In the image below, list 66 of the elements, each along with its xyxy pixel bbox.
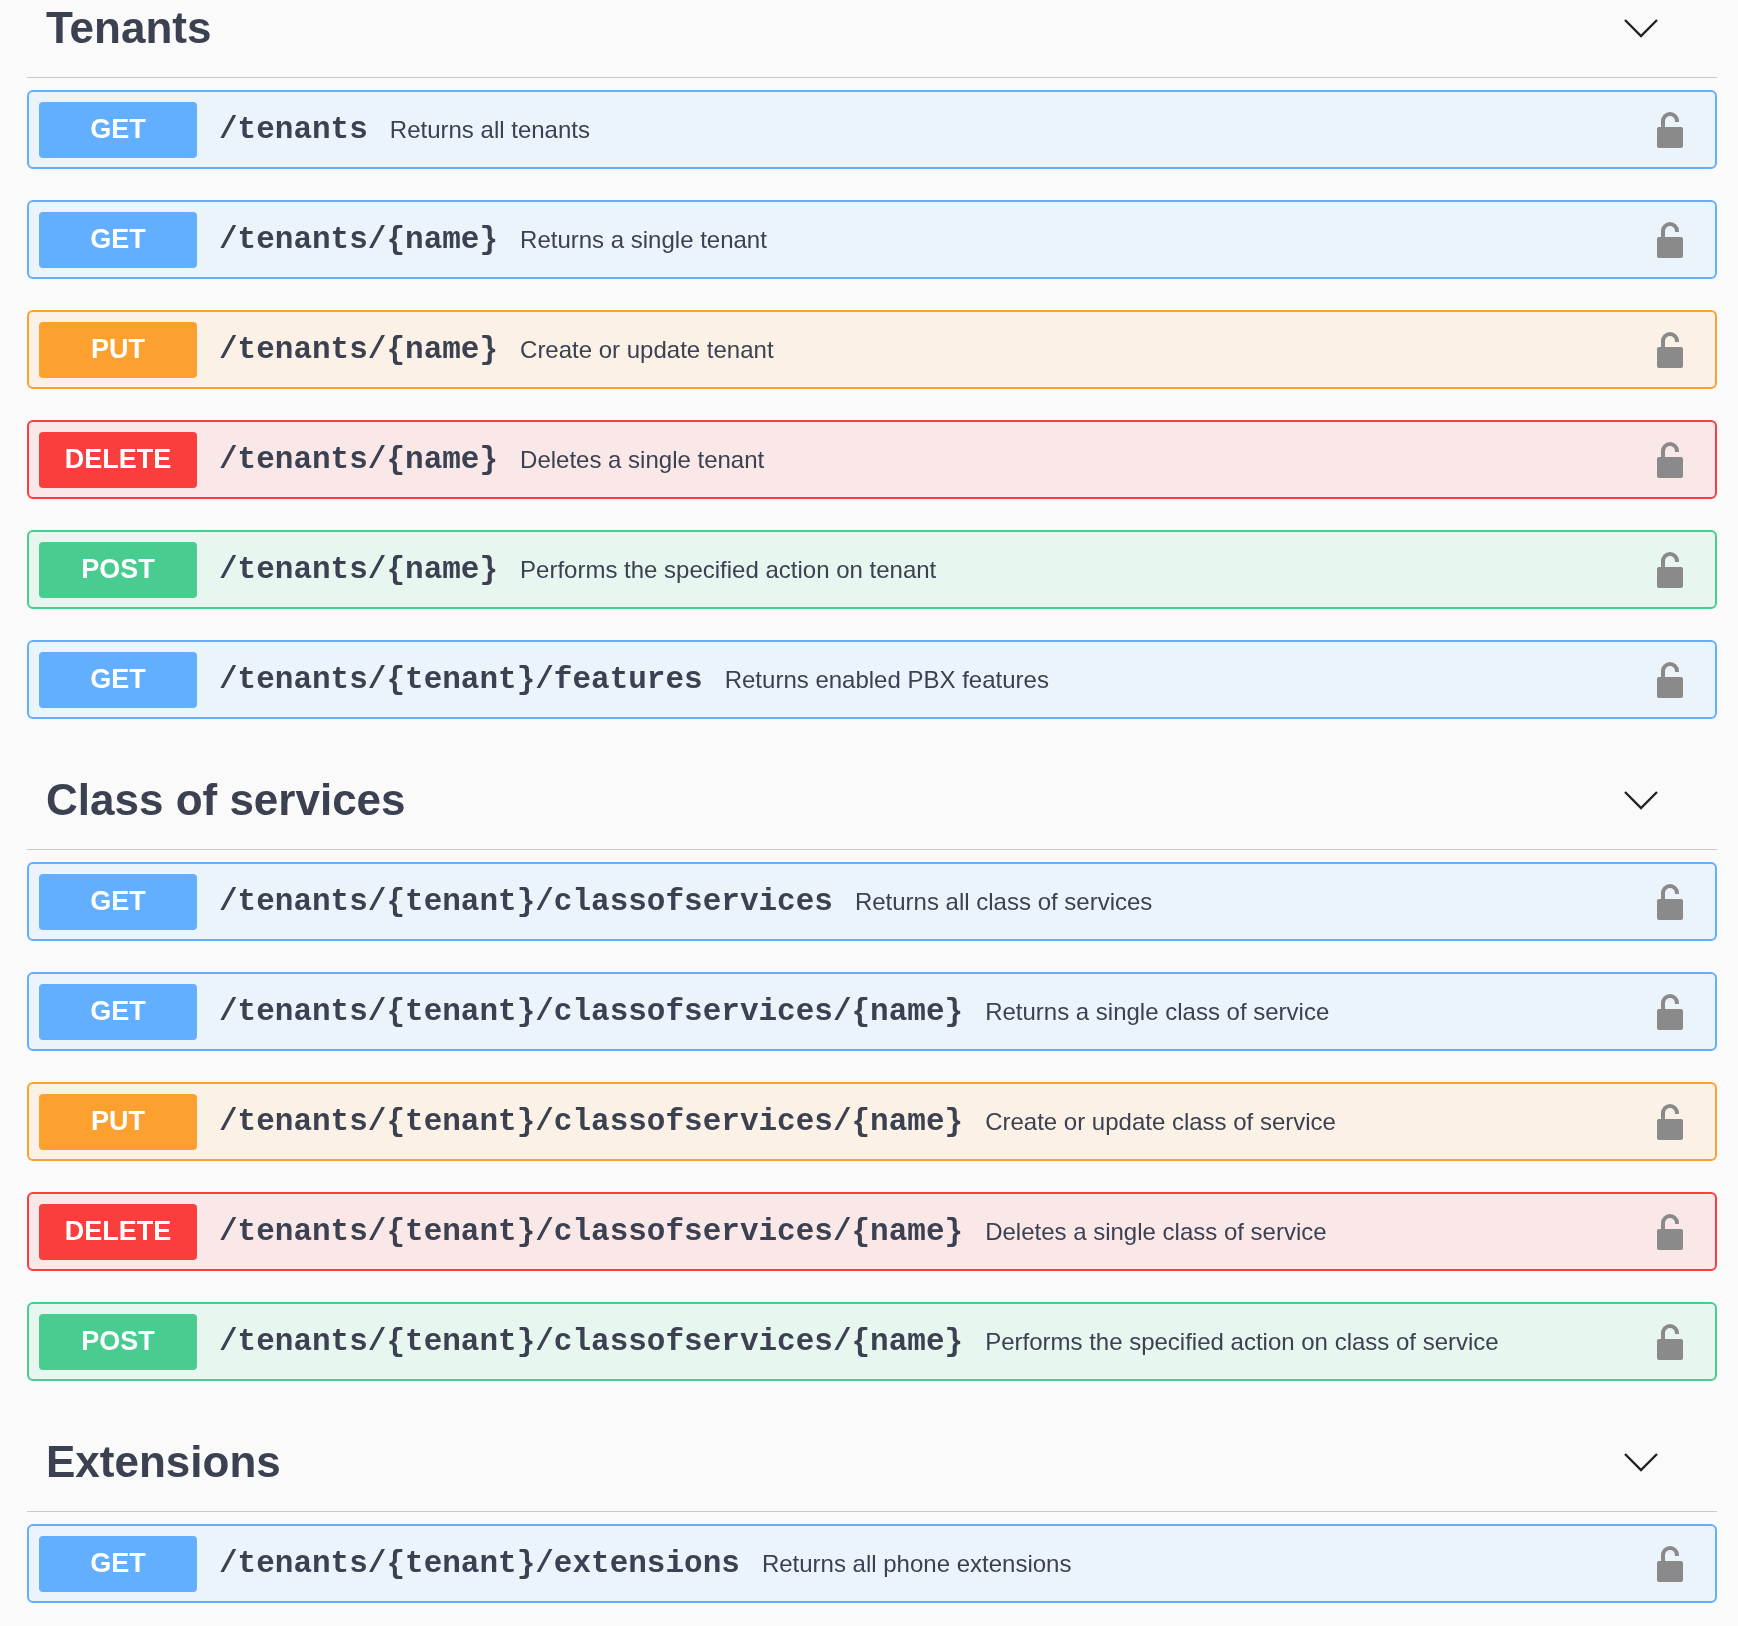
padlock-icon[interactable]	[1656, 1323, 1684, 1360]
endpoint-summary: Deletes a single tenant	[520, 445, 766, 474]
section-title: Tenants	[46, 2, 213, 53]
endpoint-path: /tenants/{tenant}/features	[219, 662, 703, 697]
chevron-icon[interactable]	[1623, 1451, 1659, 1472]
padlock-icon[interactable]	[1656, 1103, 1684, 1140]
operation-row[interactable]: DELETE /tenants/{name} Deletes a single tenant	[27, 420, 1717, 499]
padlock-icon[interactable]	[1656, 221, 1684, 258]
endpoint-path: /tenants/{tenant}/classofservices/{name}	[219, 994, 964, 1029]
endpoint-path: /tenants/{tenant}/classofservices/{name}	[219, 1324, 964, 1359]
method-badge: DELETE	[39, 1203, 197, 1260]
padlock-icon[interactable]	[1656, 661, 1684, 698]
endpoint-summary: Returns enabled PBX features	[724, 665, 1050, 694]
method-badge: GET	[39, 1535, 197, 1592]
endpoint-summary: Deletes a single class of service	[985, 1217, 1328, 1246]
endpoint-summary: Returns a single class of service	[985, 997, 1331, 1026]
operation-row[interactable]: GET /tenants/{tenant}/extensions Returns all phone extensions	[27, 1524, 1717, 1603]
endpoint-summary: Create or update tenant	[520, 335, 775, 364]
endpoint-summary: Create or update class of service	[985, 1107, 1337, 1136]
endpoint-summary: Returns a single tenant	[520, 225, 768, 254]
operation-row[interactable]: PUT /tenants/{name} Create or update tenant	[27, 310, 1717, 389]
operation-row[interactable]: DELETE /tenants/{tenant}/classofservices/{name} Deletes a single class of service	[27, 1192, 1717, 1271]
padlock-icon[interactable]	[1656, 111, 1684, 148]
method-badge: PUT	[39, 321, 197, 378]
operation-row[interactable]: POST /tenants/{name} Performs the specified action on tenant	[27, 530, 1717, 609]
operation-row[interactable]: GET /tenants/{tenant}/classofservices Returns all class of services	[27, 862, 1717, 941]
padlock-icon[interactable]	[1656, 551, 1684, 588]
operation-row[interactable]: PUT /tenants/{tenant}/classofservices/{name} Create or update class of service	[27, 1082, 1717, 1161]
method-badge: DELETE	[39, 431, 197, 488]
chevron-icon[interactable]	[1623, 789, 1659, 810]
endpoint-path: /tenants/{tenant}/classofservices	[219, 884, 833, 919]
endpoint-summary: Returns all tenants	[389, 115, 591, 144]
endpoint-summary: Returns all class of services	[854, 887, 1154, 916]
endpoint-summary: Performs the specified action on class of service	[985, 1327, 1500, 1356]
padlock-icon[interactable]	[1656, 1545, 1684, 1582]
operation-row[interactable]: POST /tenants/{tenant}/classofservices/{name} Performs the specified action on class of service	[27, 1302, 1717, 1381]
method-badge: GET	[39, 873, 197, 930]
endpoint-path: /tenants/{name}	[219, 552, 499, 587]
endpoint-path: /tenants/{tenant}/extensions	[219, 1546, 740, 1581]
method-badge: POST	[39, 1313, 197, 1370]
endpoint-path: /tenants/{name}	[219, 332, 499, 367]
method-badge: PUT	[39, 1093, 197, 1150]
padlock-icon[interactable]	[1656, 331, 1684, 368]
section-title: Extensions	[46, 1436, 282, 1487]
padlock-icon[interactable]	[1656, 441, 1684, 478]
method-badge: POST	[39, 541, 197, 598]
operation-row[interactable]: GET /tenants/{tenant}/features Returns enabled PBX features	[27, 640, 1717, 719]
padlock-icon[interactable]	[1656, 1213, 1684, 1250]
endpoint-summary: Performs the specified action on tenant	[520, 555, 938, 584]
endpoint-path: /tenants/{name}	[219, 222, 499, 257]
padlock-icon[interactable]	[1656, 993, 1684, 1030]
method-badge: GET	[39, 211, 197, 268]
method-badge: GET	[39, 101, 197, 158]
method-badge: GET	[39, 983, 197, 1040]
section-title: Class of services	[46, 774, 407, 825]
endpoint-path: /tenants/{tenant}/classofservices/{name}	[219, 1214, 964, 1249]
padlock-icon[interactable]	[1656, 883, 1684, 920]
endpoint-summary: Returns all phone extensions	[761, 1549, 1073, 1578]
endpoint-path: /tenants	[219, 112, 368, 147]
method-badge: GET	[39, 651, 197, 708]
endpoint-path: /tenants/{name}	[219, 442, 499, 477]
operation-row[interactable]: GET /tenants/{tenant}/classofservices/{name} Returns a single class of service	[27, 972, 1717, 1051]
endpoint-path: /tenants/{tenant}/classofservices/{name}	[219, 1104, 964, 1139]
operation-row[interactable]: GET /tenants Returns all tenants	[27, 90, 1717, 169]
chevron-icon[interactable]	[1623, 17, 1659, 38]
operation-row[interactable]: GET /tenants/{name} Returns a single tenant	[27, 200, 1717, 279]
